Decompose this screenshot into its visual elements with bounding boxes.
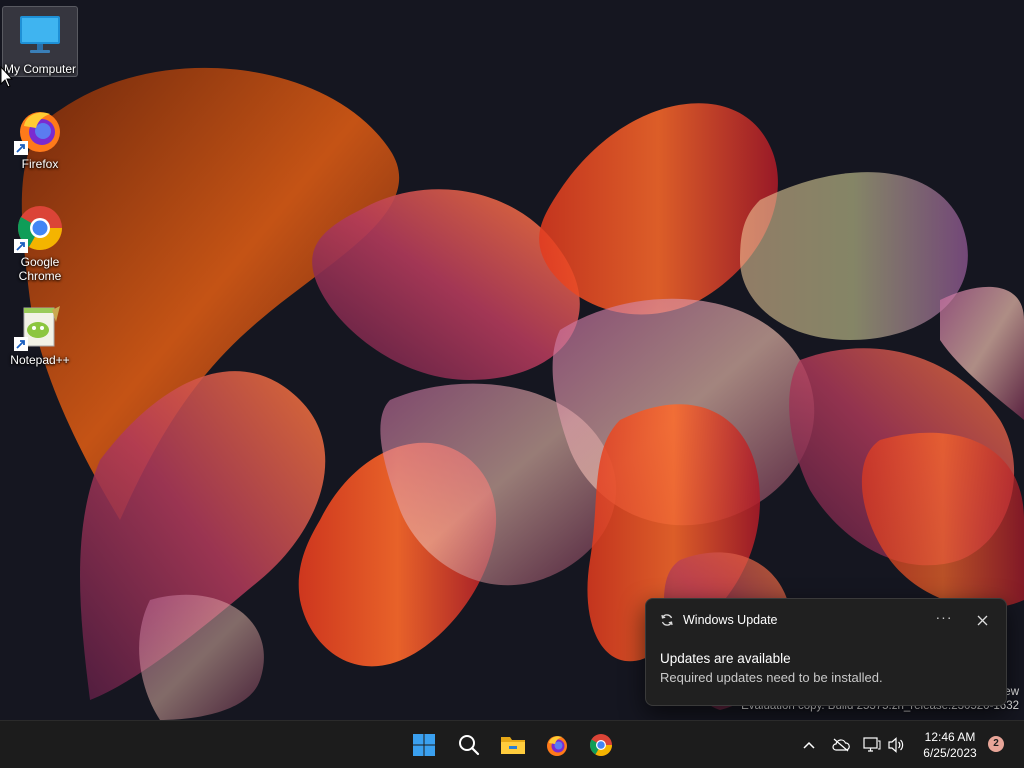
search-icon bbox=[459, 735, 480, 756]
notepadpp-icon bbox=[14, 302, 64, 351]
windows-update-notification[interactable]: Windows Update ··· Updates are available… bbox=[645, 598, 1007, 706]
mouse-cursor-icon bbox=[0, 66, 14, 88]
monitor-icon bbox=[863, 737, 881, 752]
notification-header: Windows Update bbox=[660, 613, 778, 627]
monitor-icon bbox=[16, 11, 64, 59]
close-icon bbox=[977, 615, 987, 625]
notification-body: Required updates need to be installed. bbox=[660, 670, 883, 685]
firefox-taskbar-button[interactable] bbox=[539, 727, 575, 763]
speaker-icon bbox=[888, 737, 904, 753]
folder-icon bbox=[501, 737, 525, 754]
chrome-taskbar-button[interactable] bbox=[583, 727, 619, 763]
chrome-icon bbox=[589, 734, 612, 756]
desktop-icon-label: My Computer bbox=[3, 62, 77, 76]
display-button[interactable] bbox=[862, 735, 882, 755]
shortcut-arrow-icon bbox=[14, 337, 28, 351]
file-explorer-button[interactable] bbox=[495, 727, 531, 763]
clock-time: 12:46 AM bbox=[924, 730, 976, 744]
notification-count-badge[interactable]: 2 bbox=[988, 736, 1004, 752]
notification-close-button[interactable] bbox=[970, 609, 994, 631]
desktop-icon-label: Google Chrome bbox=[18, 255, 62, 283]
desktop-icon-label: Notepad++ bbox=[10, 353, 70, 367]
notification-app-name: Windows Update bbox=[683, 613, 778, 627]
firefox-icon bbox=[547, 736, 567, 756]
shortcut-arrow-icon bbox=[14, 239, 28, 253]
clock-button[interactable]: 12:46 AM 6/25/2023 bbox=[914, 729, 986, 761]
clock-date: 6/25/2023 bbox=[923, 746, 977, 760]
windows-logo-icon bbox=[413, 734, 435, 756]
shortcut-arrow-icon bbox=[14, 141, 28, 155]
chrome-icon bbox=[14, 204, 64, 253]
chevron-up-icon bbox=[803, 741, 815, 749]
network-status-button[interactable] bbox=[831, 735, 851, 755]
desktop-icon-google-chrome[interactable]: Google Chrome bbox=[2, 200, 78, 283]
show-hidden-icons-button[interactable] bbox=[799, 735, 819, 755]
volume-button[interactable] bbox=[886, 735, 906, 755]
desktop-icon-notepadpp[interactable]: Notepad++ bbox=[2, 298, 78, 367]
desktop-icon-label: Firefox bbox=[21, 157, 59, 171]
notification-title: Updates are available bbox=[660, 651, 791, 666]
notification-more-button[interactable]: ··· bbox=[932, 609, 956, 629]
desktop-icon-firefox[interactable]: Firefox bbox=[2, 102, 78, 171]
sync-icon bbox=[661, 614, 673, 626]
firefox-icon bbox=[14, 106, 64, 155]
start-button[interactable] bbox=[406, 727, 442, 763]
cloud-off-icon bbox=[832, 738, 850, 752]
search-button[interactable] bbox=[451, 727, 487, 763]
taskbar: 12:46 AM 6/25/2023 2 bbox=[0, 720, 1024, 768]
